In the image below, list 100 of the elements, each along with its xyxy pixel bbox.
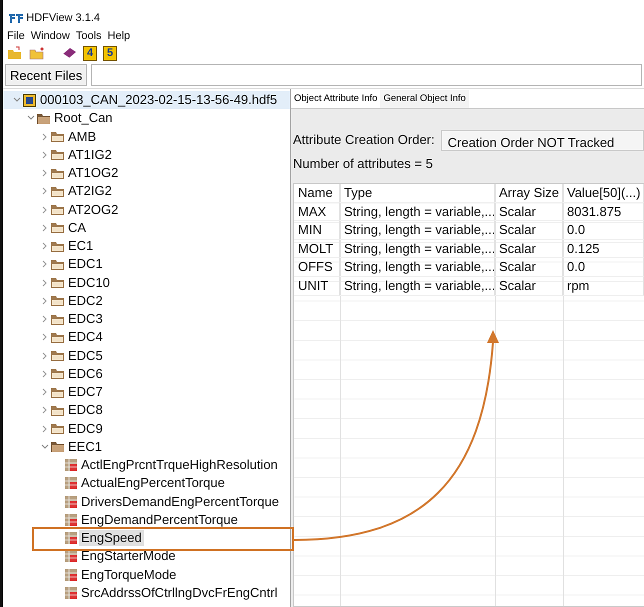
menu-item[interactable]: Help: [108, 28, 130, 44]
creation-order-dropdown[interactable]: Creation Order NOT Tracked: [440, 130, 644, 150]
book-icon[interactable]: [61, 46, 77, 60]
folder-icon: [51, 404, 64, 416]
folder-icon: [51, 423, 64, 434]
dataset-icon: [65, 514, 77, 526]
folder-icon: [37, 112, 50, 124]
table-cell: String, length = variable,...: [340, 221, 495, 240]
tree-item[interactable]: EEC1: [66, 438, 104, 455]
dataset-icon: [65, 586, 77, 599]
attribute-count: Number of attributes = 5: [293, 156, 433, 171]
recent-files-button[interactable]: Recent Files: [5, 64, 88, 86]
table-cell: 0.0: [563, 221, 644, 240]
open-folder-icon[interactable]: [7, 46, 23, 60]
chevron-right-icon[interactable]: [42, 187, 48, 196]
tree-item[interactable]: Root_Can: [52, 110, 115, 126]
table-cell: UNIT: [294, 276, 340, 296]
folder-icon: [51, 222, 64, 234]
chevron-right-icon[interactable]: [42, 333, 48, 342]
table-cell: String, length = variable,...: [340, 258, 495, 277]
tree-item[interactable]: EDC3: [66, 311, 105, 328]
folder-icon: [51, 368, 64, 380]
tree-item[interactable]: EDC8: [66, 402, 105, 418]
folder-icon: [51, 186, 64, 197]
column-header: Type: [340, 184, 495, 203]
tree-item[interactable]: AT1OG2: [66, 165, 120, 182]
menu-item[interactable]: Window: [30, 28, 70, 44]
table-cell: Scalar: [495, 276, 563, 296]
chevron-down-icon[interactable]: [27, 115, 35, 122]
menu-item[interactable]: Tools: [76, 28, 102, 44]
column-header: Name: [294, 184, 340, 203]
tree-item[interactable]: EngDemandPercentTorque: [79, 512, 240, 528]
tree-item[interactable]: EngStarterMode: [79, 548, 178, 564]
tree-item[interactable]: CA: [66, 220, 88, 236]
chevron-down-icon[interactable]: [13, 97, 21, 104]
tree-item[interactable]: AT2IG2: [66, 183, 114, 200]
folder-icon: [51, 131, 64, 142]
tree-item[interactable]: AT2OG2: [66, 202, 120, 218]
table-cell: Scalar: [495, 221, 563, 240]
chevron-right-icon[interactable]: [42, 406, 48, 414]
folder-icon: [51, 332, 64, 343]
chevron-down-icon[interactable]: [41, 444, 49, 450]
chevron-right-icon[interactable]: [42, 278, 48, 287]
folder-icon: [51, 386, 64, 398]
table-cell: String, length = variable,...: [340, 240, 495, 258]
recent-files-field[interactable]: [91, 64, 642, 86]
folder-icon: [51, 295, 64, 306]
table-cell: Scalar: [495, 240, 563, 258]
folder-icon: [51, 258, 64, 270]
tree-item[interactable]: EDC2: [66, 292, 105, 309]
field-label: Attribute Creation Order:: [293, 131, 435, 150]
tree-item[interactable]: EDC4: [66, 329, 105, 346]
chevron-right-icon[interactable]: [42, 296, 48, 305]
dataset-icon: [65, 568, 77, 581]
folder-icon: [51, 441, 64, 452]
tree-item[interactable]: AT1IG2: [66, 146, 114, 163]
dataset-icon: [65, 532, 77, 544]
chevron-right-icon[interactable]: [42, 370, 48, 378]
chevron-right-icon[interactable]: [42, 224, 48, 232]
tab[interactable]: General Object Info: [380, 90, 469, 108]
tree-item[interactable]: EDC9: [66, 420, 105, 437]
chevron-right-icon[interactable]: [42, 132, 48, 141]
dataset-icon: [65, 477, 77, 490]
tree-item[interactable]: EDC10: [66, 274, 112, 291]
table-cell: 0.125: [563, 240, 644, 258]
folder-icon: [51, 168, 64, 179]
chevron-right-icon[interactable]: [42, 424, 48, 433]
window-title: HDFView 3.1.4: [26, 10, 100, 26]
table-cell: OFFS: [294, 258, 340, 277]
table-cell: MOLT: [294, 240, 340, 258]
folder-icon: [51, 240, 64, 252]
tree-item[interactable]: EDC1: [66, 256, 105, 272]
chevron-right-icon[interactable]: [42, 242, 48, 250]
table-cell: MAX: [294, 202, 340, 222]
hdf-button[interactable]: 4: [83, 46, 97, 60]
table-cell: String, length = variable,...: [340, 276, 495, 296]
chevron-right-icon[interactable]: [42, 150, 48, 159]
tree-item[interactable]: EDC5: [66, 348, 105, 364]
chevron-right-icon[interactable]: [42, 260, 48, 268]
new-folder-icon[interactable]: [29, 46, 45, 60]
table-cell: rpm: [563, 276, 644, 296]
tree-item[interactable]: EDC7: [66, 384, 105, 400]
folder-icon: [51, 350, 64, 362]
chevron-right-icon[interactable]: [42, 315, 48, 324]
tree-item[interactable]: SrcAddrssOfCtrllngDvcFrEngCntrl: [79, 584, 280, 601]
tree-item[interactable]: AMB: [66, 128, 98, 145]
tree-item[interactable]: EngTorqueMode: [79, 566, 178, 583]
chevron-right-icon[interactable]: [42, 206, 48, 214]
file-icon: [23, 94, 36, 107]
chevron-right-icon[interactable]: [42, 352, 48, 360]
tree-item[interactable]: DriversDemandEngPercentTorque: [79, 494, 281, 510]
tree-item[interactable]: ActlEngPrcntTrqueHighResolution: [79, 457, 280, 474]
tree-item[interactable]: EngSpeed: [79, 530, 144, 546]
chevron-right-icon[interactable]: [42, 169, 48, 178]
hdf-button[interactable]: 5: [103, 46, 117, 60]
tree-item[interactable]: ActualEngPercentTorque: [79, 475, 227, 492]
menu-item[interactable]: File: [7, 28, 25, 44]
chevron-right-icon[interactable]: [42, 388, 48, 396]
tree-item[interactable]: EC1: [66, 238, 96, 254]
tree-item[interactable]: EDC6: [66, 366, 105, 382]
